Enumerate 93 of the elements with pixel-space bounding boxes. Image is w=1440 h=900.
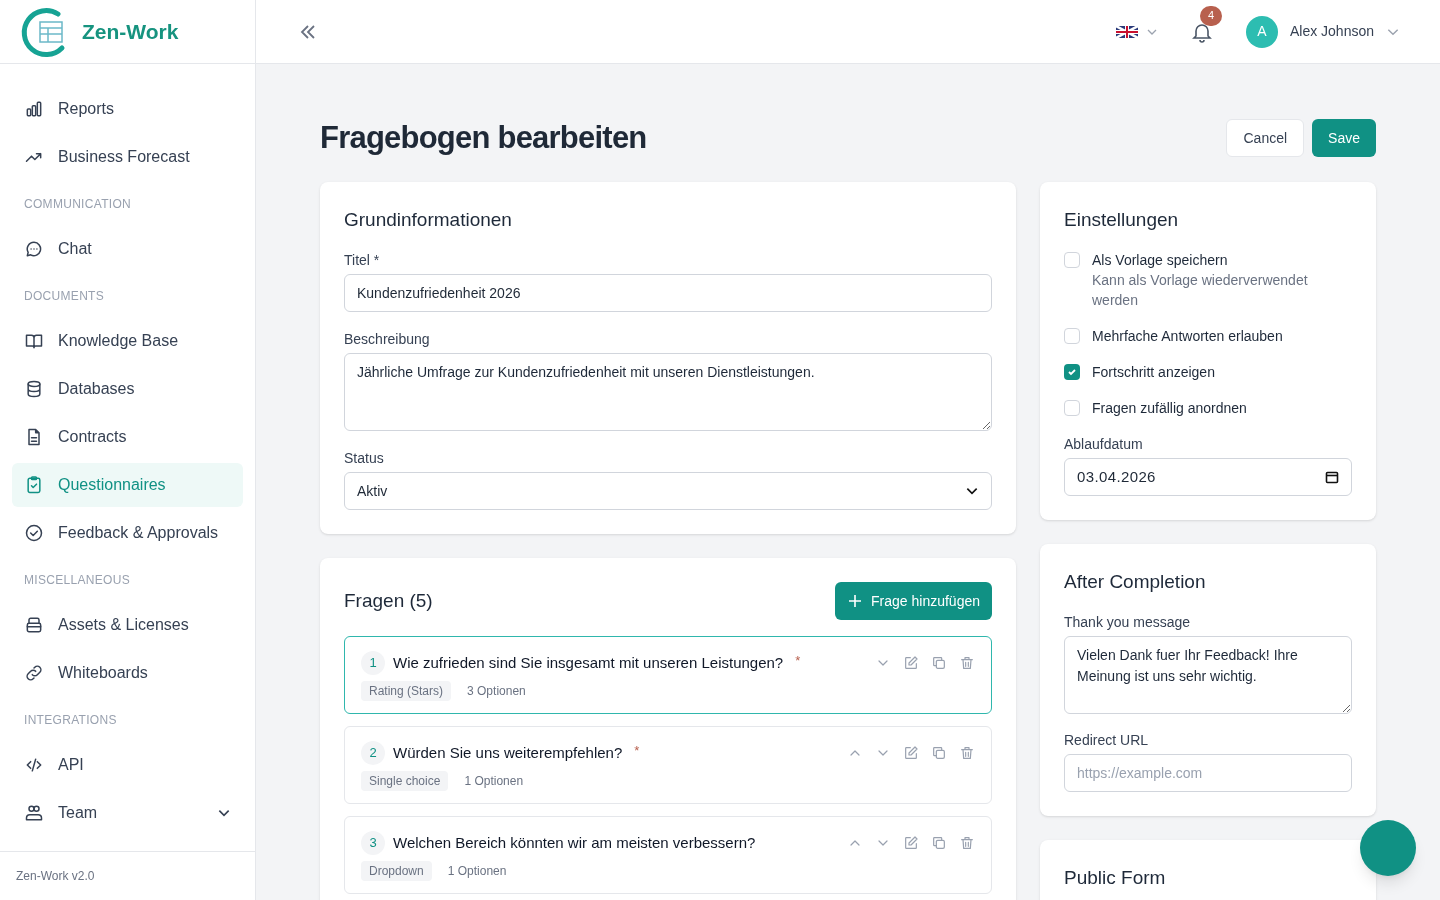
card-title: Einstellungen [1064,208,1180,232]
card-title: Grundinformationen [344,208,513,232]
checkbox-label: Als Vorlage speichern [1092,251,1229,270]
date-field[interactable]: 03.04.2026 [1064,458,1352,496]
field-label: Redirect URL [1064,732,1150,748]
sidebar-item[interactable]: Questionnaires [12,463,243,507]
field-label: Thank you message [1064,614,1192,630]
copy-icon[interactable] [931,655,947,671]
version-label: Zen-Work v2.0 [16,868,95,885]
field-label: Beschreibung [344,331,431,347]
plus-icon [847,593,864,609]
copy-icon[interactable] [931,835,947,851]
type-tag: Rating (Stars) [361,681,452,701]
book-icon [24,331,44,351]
sidebar-item[interactable]: Team [12,791,243,835]
type-tag: Single choice [361,771,449,791]
cancel-button[interactable]: Cancel [1226,119,1305,157]
description-field[interactable]: Jährliche Umfrage zur Kundenzufriedenheit mit unseren Dienstleistungen. [344,353,992,431]
question-card[interactable]: 2 Würden Sie uns weiterempfehlen? * Single choice 1 Optionen [344,726,992,804]
options-count: 1 Optionen [464,773,524,790]
field-label: Status [344,450,385,466]
sidebar-item[interactable]: Chat [12,227,243,271]
field-label: Titel * [344,252,381,268]
card-title: After Completion [1064,570,1207,594]
checkbox-hint: Kann als Vorlage wiederverwendet werden [1092,271,1309,310]
checkmark-icon [1067,367,1077,377]
section-label: DOCUMENTS [24,288,105,305]
title-field[interactable]: Kundenzufriedenheit 2026 [344,274,992,312]
database-icon [24,379,44,399]
user-avatar: A [1245,15,1278,48]
bar-chart-icon [24,99,44,119]
delete-icon[interactable] [959,745,975,761]
checkbox[interactable] [1064,400,1080,416]
section-label: COMMUNICATION [24,196,131,213]
checkbox[interactable] [1064,328,1080,344]
notification-badge: 4 [1199,5,1222,26]
page-title: Fragebogen bearbeiten [320,119,647,157]
sidebar-item[interactable]: Knowledge Base [12,319,243,363]
field-label: Ablaufdatum [1064,436,1144,452]
options-count: 1 Optionen [447,863,507,880]
floating-action-button[interactable] [1360,820,1416,876]
brand-name: Zen-Work [82,18,179,45]
copy-icon[interactable] [931,745,947,761]
user-menu[interactable]: A Alex Johnson [1245,15,1400,48]
checkbox[interactable] [1064,364,1080,380]
save-button[interactable]: Save [1312,119,1376,157]
checkbox[interactable] [1064,252,1080,268]
checkbox-label: Fortschritt anzeigen [1092,363,1215,382]
box-icon [24,615,44,635]
question-text: Wie zufrieden sind Sie insgesamt mit unseren Leistungen? [393,652,784,673]
message-field[interactable]: Vielen Dank fuer Ihr Feedback! Ihre Meinung ist uns sehr wichtig. [1064,636,1352,714]
sidebar-item[interactable]: Contracts [12,415,243,459]
options-count: 3 Optionen [467,683,526,700]
edit-icon[interactable] [903,745,919,761]
delete-icon[interactable] [959,835,975,851]
delete-icon[interactable] [959,655,975,671]
sidebar-item[interactable]: Whiteboards [12,651,243,695]
status-select[interactable]: Aktiv [344,472,992,510]
code-icon [24,755,44,775]
checkbox-label: Mehrfache Antworten erlauben [1092,327,1283,346]
sidebar-item[interactable]: Databases [12,367,243,411]
question-number: 3 [361,831,385,855]
language-selector[interactable] [1115,25,1158,38]
question-card[interactable]: 3 Welchen Bereich könnten wir am meisten verbessern? Dropdown 1 Optionen [344,816,992,894]
card-title: Fragen (5) [344,588,433,613]
required-mark: * [795,652,801,670]
link-icon [24,663,44,683]
check-circle-icon [24,523,44,543]
chat-icon [24,239,44,259]
sidebar-item[interactable]: Assets & Licenses [12,603,243,647]
sidebar-item[interactable]: API [12,743,243,787]
required-mark: * [634,742,640,760]
add-question-button[interactable]: Frage hinzufügen [835,582,992,620]
checkbox-label: Fragen zufällig anordnen [1092,399,1247,418]
sidebar-item[interactable]: Reports [12,87,243,131]
question-number: 1 [361,651,385,675]
question-text: Würden Sie uns weiterempfehlen? [393,742,623,763]
flag-icon [1115,25,1138,38]
edit-icon[interactable] [903,835,919,851]
card-title: Public Form [1064,866,1167,890]
question-card[interactable]: 1 Wie zufrieden sind Sie insgesamt mit unseren Leistungen? * Rating (Stars) 3 Optionen [344,636,992,714]
sidebar-item[interactable]: Business Forecast [12,135,243,179]
url-field[interactable]: https://example.com [1064,754,1352,792]
clipboard-icon [24,475,44,495]
question-number: 2 [361,741,385,765]
section-label: INTEGRATIONS [24,712,117,729]
users-icon [24,803,44,823]
section-label: MISCELLANEOUS [24,572,130,589]
calendar-icon [1325,470,1339,484]
type-tag: Dropdown [361,861,432,881]
sidebar-item[interactable]: Feedback & Approvals [12,511,243,555]
question-text: Welchen Bereich könnten wir am meisten verbessern? [393,832,756,853]
edit-icon[interactable] [903,655,919,671]
